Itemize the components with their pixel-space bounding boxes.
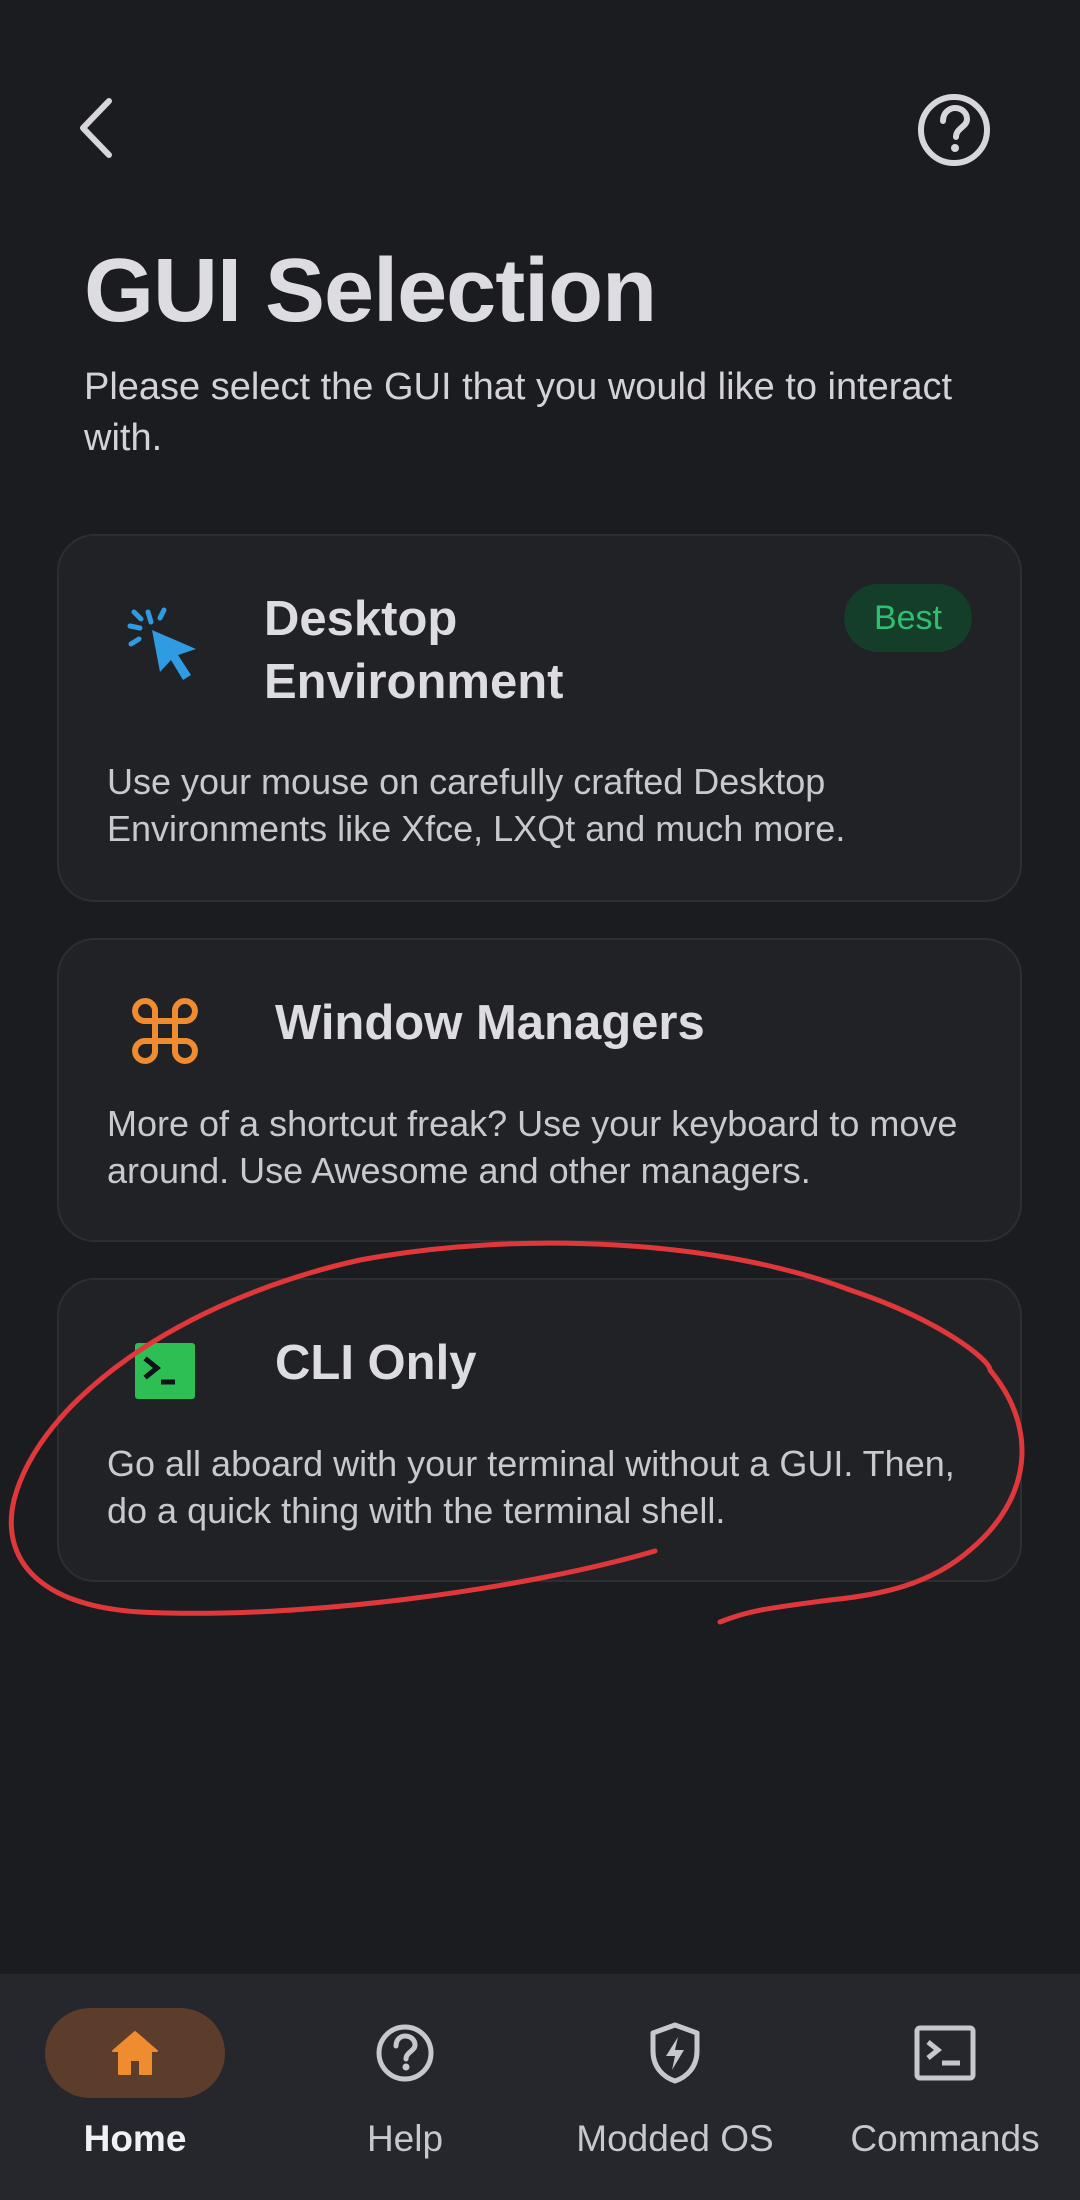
nav-label: Home <box>83 2118 187 2159</box>
nav-modded-os[interactable]: Modded OS <box>540 1974 810 2200</box>
desktop-environment-option[interactable]: Desktop Environment Best Use your mouse … <box>57 534 1022 902</box>
best-badge: Best <box>844 584 972 652</box>
shield-bolt-icon <box>650 2022 700 2084</box>
command-key-icon <box>122 988 208 1074</box>
nav-label: Commands <box>850 2118 1040 2159</box>
option-title: Window Managers <box>275 996 705 1050</box>
option-title: CLI Only <box>275 1336 477 1390</box>
cli-only-option[interactable]: CLI Only Go all aboard with your termina… <box>57 1278 1022 1582</box>
cursor-click-icon <box>122 600 208 686</box>
window-managers-option[interactable]: Window Managers More of a shortcut freak… <box>57 938 1022 1242</box>
page-title: GUI Selection <box>84 241 657 341</box>
help-circle-icon <box>918 94 990 166</box>
terminal-icon <box>122 1328 208 1414</box>
help-button[interactable] <box>912 88 996 172</box>
nav-home-pill <box>45 2008 225 2098</box>
help-circle-icon <box>376 2024 434 2082</box>
option-description: Go all aboard with your terminal without… <box>107 1443 955 1531</box>
option-title: Desktop Environment <box>264 592 564 709</box>
chevron-left-icon <box>80 98 112 158</box>
home-icon <box>112 2031 158 2075</box>
nav-help[interactable]: Help <box>270 1974 540 2200</box>
bottom-navigation: Home Help Modded OS Commands <box>0 1974 1080 2200</box>
terminal-icon <box>914 2025 976 2081</box>
option-description: Use your mouse on carefully crafted Desk… <box>107 761 846 849</box>
nav-commands[interactable]: Commands <box>810 1974 1080 2200</box>
nav-label: Modded OS <box>576 2118 774 2159</box>
back-button[interactable] <box>60 88 130 168</box>
nav-label: Help <box>366 2118 444 2159</box>
page-subtitle: Please select the GUI that you would lik… <box>84 366 953 459</box>
nav-home[interactable]: Home <box>0 1974 270 2200</box>
option-description: More of a shortcut freak? Use your keybo… <box>107 1103 958 1191</box>
